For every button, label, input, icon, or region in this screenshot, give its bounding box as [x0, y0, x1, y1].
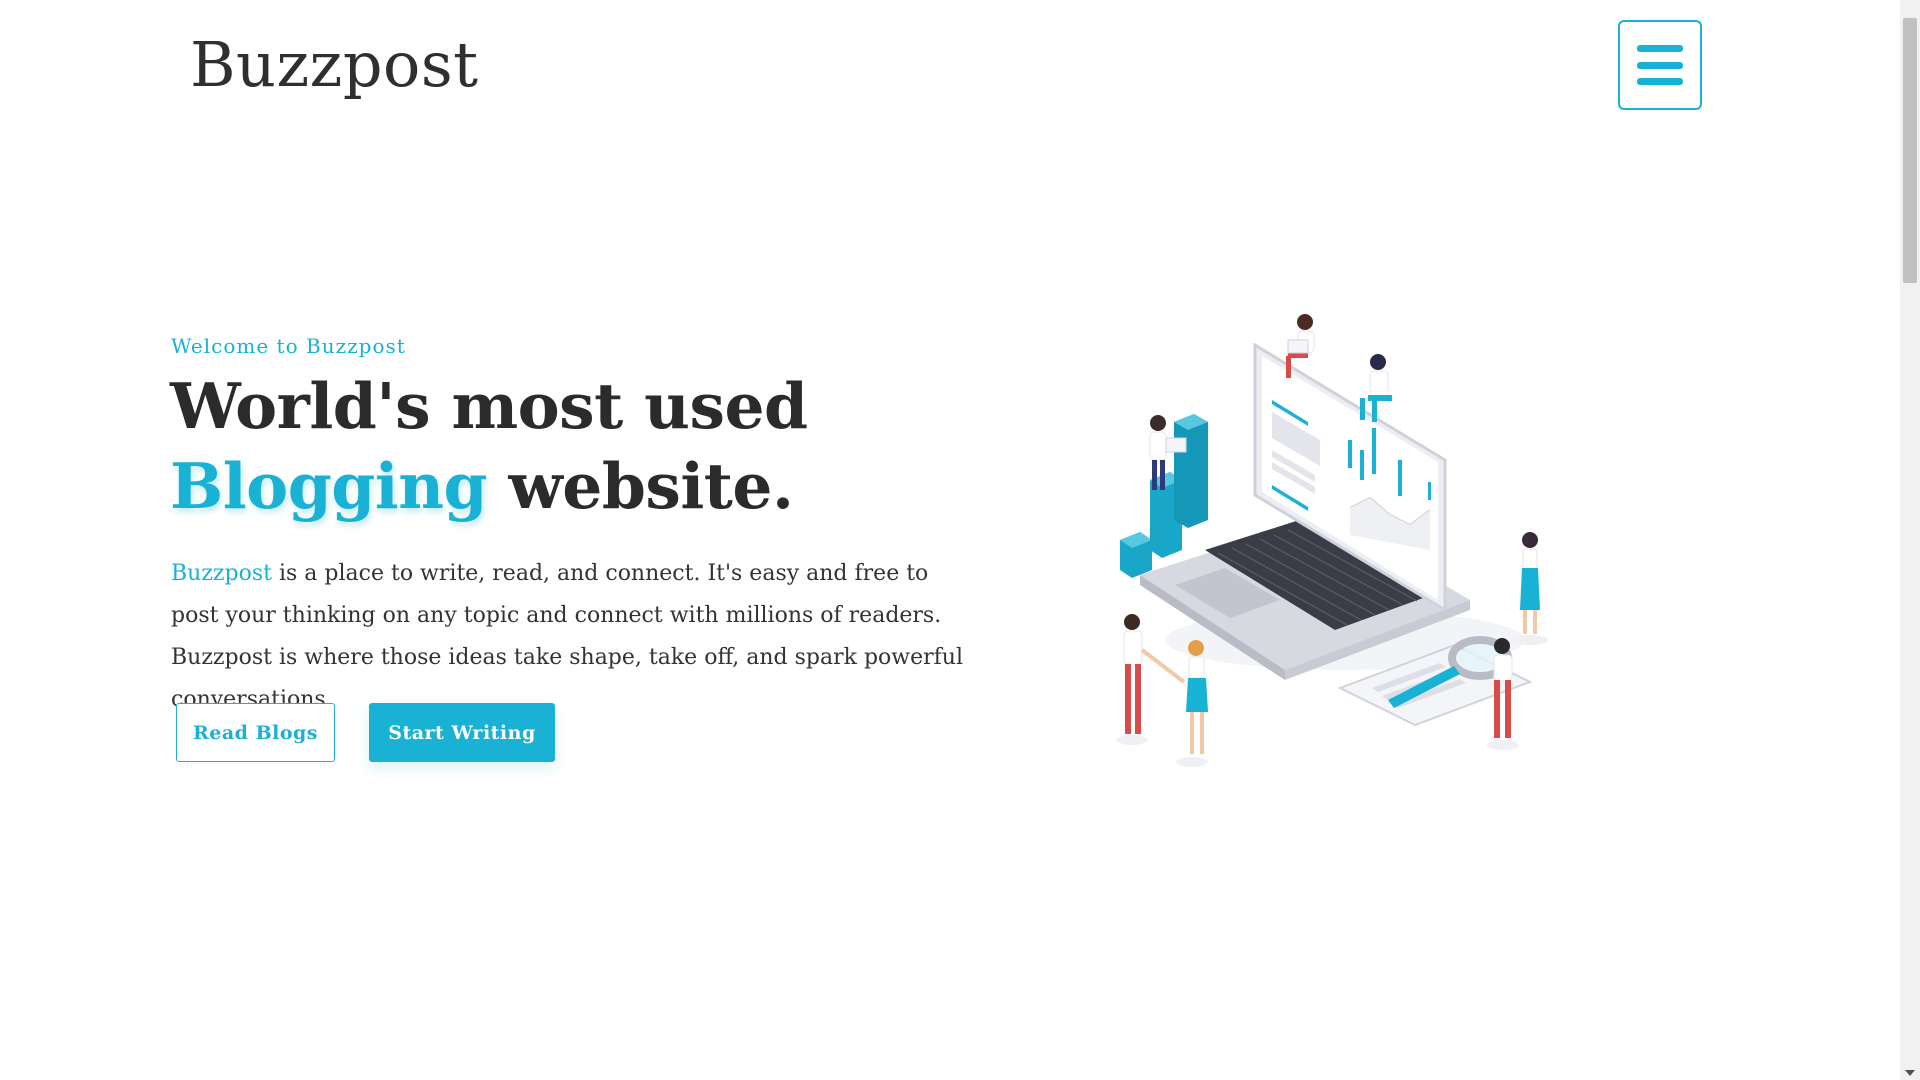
page: Buzzpost Welcome to Buzzpost World's mos…: [0, 0, 1920, 1080]
headline-accent: Blogging: [170, 449, 488, 523]
site-logo[interactable]: Buzzpost: [190, 34, 479, 96]
page-scrollbar[interactable]: [1900, 0, 1920, 1080]
menu-toggle-button[interactable]: [1618, 20, 1702, 110]
description-brand: Buzzpost: [171, 561, 272, 586]
read-blogs-button[interactable]: Read Blogs: [176, 703, 335, 762]
headline-line1: World's most used: [170, 369, 808, 443]
hero-description: Buzzpost is a place to write, read, and …: [171, 553, 971, 721]
description-text: is a place to write, read, and connect. …: [171, 561, 964, 712]
headline-rest: website.: [487, 449, 794, 523]
isometric-laptop-analytics-illustration: [1116, 314, 1548, 767]
scroll-down-arrow-icon[interactable]: [1905, 1070, 1915, 1076]
scroll-thumb[interactable]: [1903, 18, 1917, 283]
hero-eyebrow: Welcome to Buzzpost: [171, 334, 406, 358]
hero-headline: World's most used Blogging website.: [170, 366, 808, 526]
start-writing-button[interactable]: Start Writing: [369, 703, 555, 762]
hamburger-menu-icon: [1637, 45, 1683, 85]
